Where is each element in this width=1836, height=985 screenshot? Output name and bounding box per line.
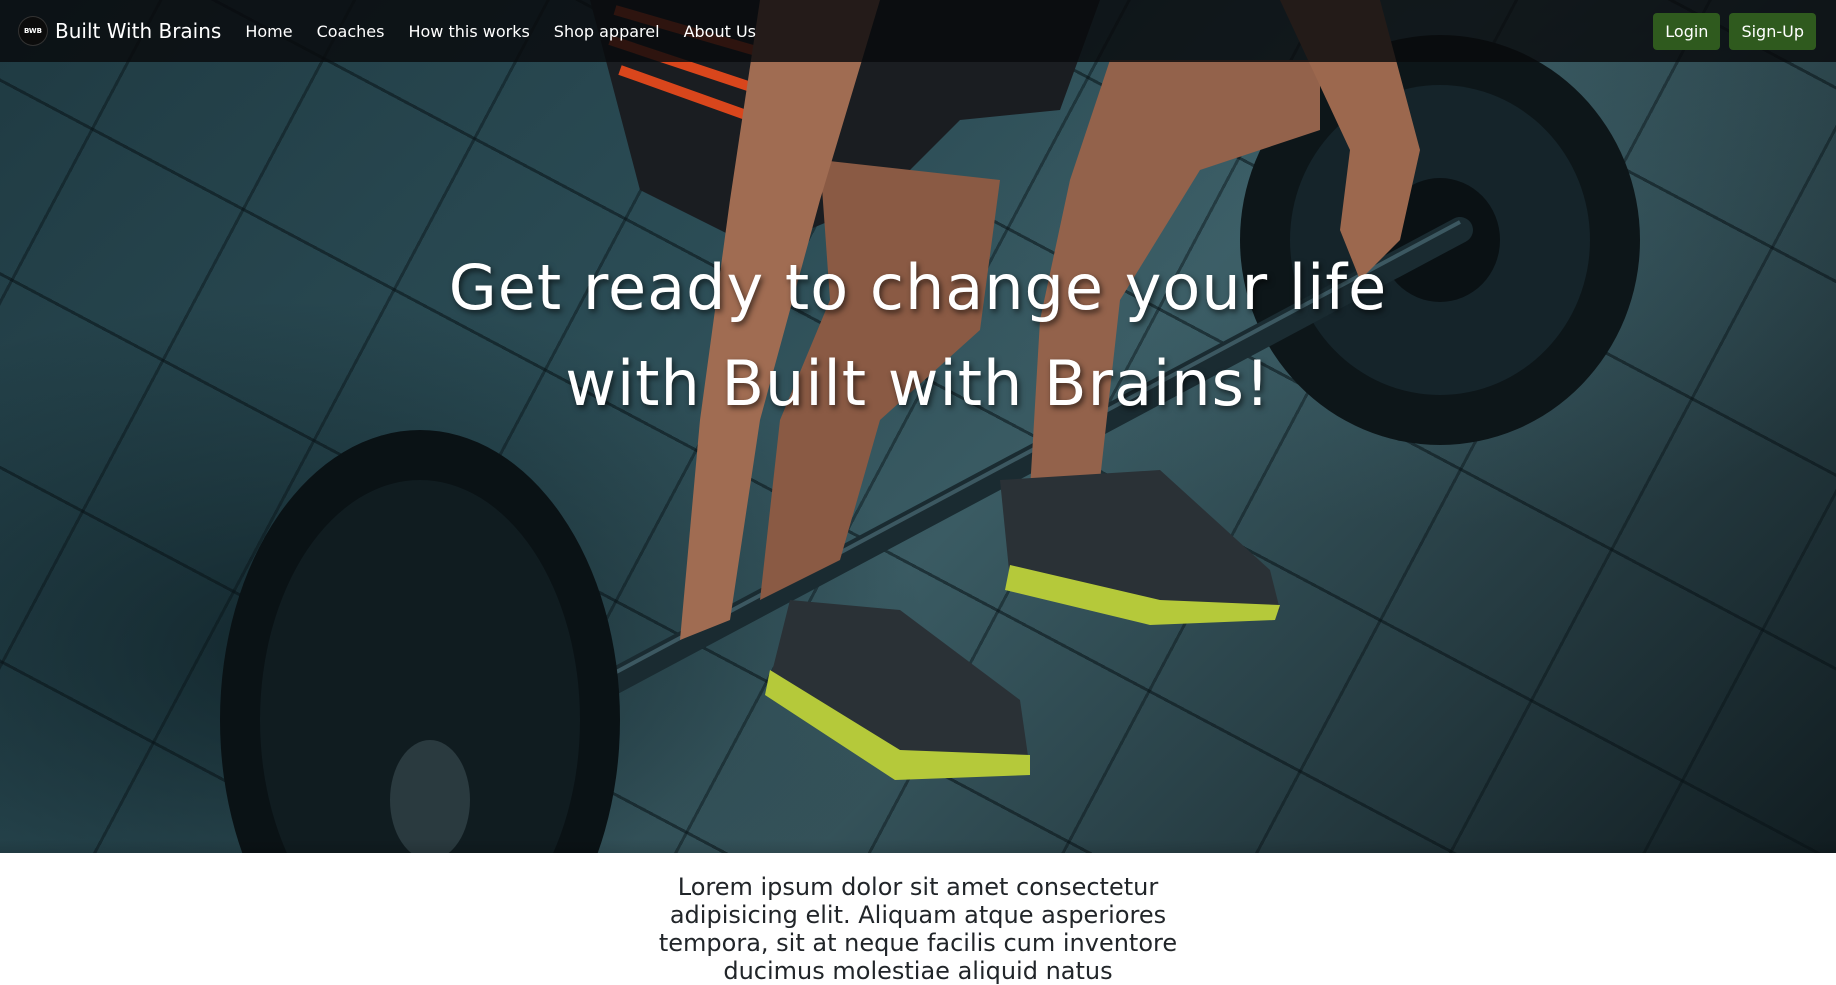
nav-link-coaches[interactable]: Coaches	[317, 22, 385, 41]
auth-buttons: Login Sign-Up	[1653, 12, 1816, 50]
nav-link-shop-apparel[interactable]: Shop apparel	[554, 22, 660, 41]
hero-section: Get ready to change your life with Built…	[0, 0, 1836, 853]
brand-link[interactable]: BWB Built With Brains	[18, 16, 221, 46]
nav-link-home[interactable]: Home	[245, 22, 292, 41]
hero-headline-line-1: Get ready to change your life	[448, 251, 1388, 324]
login-button[interactable]: Login	[1653, 12, 1721, 50]
top-navbar: BWB Built With Brains Home Coaches How t…	[0, 0, 1836, 62]
hero-headline: Get ready to change your life with Built…	[0, 240, 1836, 432]
nav-links: Home Coaches How this works Shop apparel…	[241, 22, 776, 41]
intro-paragraph: Lorem ipsum dolor sit amet consectetur a…	[658, 873, 1178, 985]
brand-logo-icon: BWB	[18, 16, 48, 46]
hero-headline-line-2: with Built with Brains!	[565, 347, 1271, 420]
nav-link-how-this-works[interactable]: How this works	[408, 22, 529, 41]
brand-name: Built With Brains	[55, 19, 222, 43]
main-content: Lorem ipsum dolor sit amet consectetur a…	[0, 873, 1836, 985]
signup-button[interactable]: Sign-Up	[1729, 12, 1816, 50]
nav-link-about-us[interactable]: About Us	[684, 22, 756, 41]
